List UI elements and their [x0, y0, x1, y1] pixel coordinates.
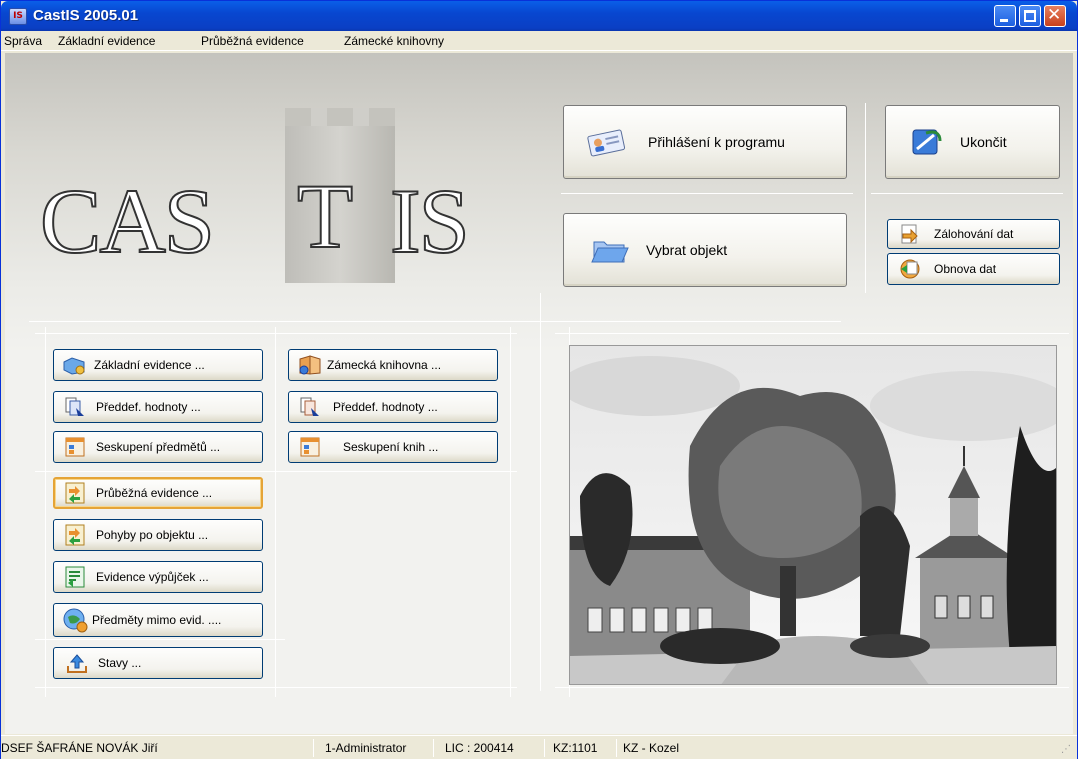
grouping-icon: [64, 436, 86, 458]
preddef-hodnoty-button[interactable]: Předdef. hodnoty ...: [53, 391, 263, 423]
select-object-label: Vybrat objekt: [646, 242, 728, 258]
close-icon: ✕: [1047, 5, 1062, 25]
zakladni-evidence-button[interactable]: Základní evidence ...: [53, 349, 263, 381]
movement-icon: [64, 523, 86, 547]
login-button[interactable]: Přihlášení k programu: [563, 105, 847, 179]
menu-bar: Správa Základní evidence Průběžná eviden…: [1, 31, 1077, 51]
pohyby-po-objektu-label: Pohyby po objektu ...: [96, 528, 209, 542]
status-license: LIC : 200414: [445, 741, 514, 755]
stavy-button[interactable]: Stavy ...: [53, 647, 263, 679]
evidence-vypujcek-button[interactable]: Evidence výpůjček ...: [53, 561, 263, 593]
maximize-button[interactable]: [1019, 5, 1041, 27]
backup-label: Zálohování dat: [934, 227, 1014, 241]
evidence-icon: [62, 354, 86, 376]
exit-label: Ukončit: [960, 134, 1007, 150]
seskupeni-knih-label: Seskupení knih ...: [343, 440, 439, 454]
prubezna-evidence-label: Průběžná evidence ...: [96, 486, 213, 500]
status-bar: DSEF ŠAFRÁNE NOVÁK Jiří 1-Administrator …: [1, 735, 1077, 759]
pages-icon: [299, 396, 321, 418]
main-panel: CAS T IS Přihlášení k programu Ukončit V…: [5, 53, 1073, 734]
status-user: DSEF ŠAFRÁNE NOVÁK Jiří: [1, 741, 158, 755]
globe-icon: [62, 607, 88, 633]
menu-zamecke-knihovny[interactable]: Zámecké knihovny: [344, 34, 444, 48]
pages-icon: [64, 396, 86, 418]
close-button[interactable]: ✕: [1044, 5, 1066, 27]
exit-icon: [910, 127, 944, 157]
zakladni-evidence-label: Základní evidence ...: [94, 358, 205, 372]
resize-grip-icon[interactable]: ⋰: [1061, 744, 1071, 755]
logo-text-is: IS: [389, 169, 471, 273]
app-window: IS CastIS 2005.01 ✕ Správa Základní evid…: [0, 0, 1078, 759]
exit-button[interactable]: Ukončit: [885, 105, 1060, 179]
title-bar[interactable]: IS CastIS 2005.01 ✕: [1, 1, 1077, 31]
seskupeni-predmetu-button[interactable]: Seskupení předmětů ...: [53, 431, 263, 463]
restore-button[interactable]: Obnova dat: [887, 253, 1060, 285]
seskupeni-knih-button[interactable]: Seskupení knih ...: [288, 431, 498, 463]
minimize-icon: [1000, 19, 1008, 22]
stavy-label: Stavy ...: [98, 656, 142, 670]
predmety-mimo-evid-label: Předměty mimo evid. ....: [92, 613, 222, 627]
menu-sprava[interactable]: Správa: [4, 34, 42, 48]
backup-button[interactable]: Zálohování dat: [887, 219, 1060, 249]
zamecka-knihovna-label: Zámecká knihovna ...: [327, 358, 442, 372]
status-kz-name: KZ - Kozel: [623, 741, 680, 755]
grouping-icon: [299, 436, 321, 458]
preddef-hodnoty-knihy-button[interactable]: Předdef. hodnoty ...: [288, 391, 498, 423]
predmety-mimo-evid-button[interactable]: Předměty mimo evid. ....: [53, 603, 263, 637]
menu-prubezna-evidence[interactable]: Průběžná evidence: [201, 34, 304, 48]
window-title: CastIS 2005.01: [33, 7, 139, 24]
book-icon: [297, 353, 323, 377]
zamecka-knihovna-button[interactable]: Zámecká knihovna ...: [288, 349, 498, 381]
preddef-hodnoty-label: Předdef. hodnoty ...: [96, 400, 201, 414]
minimize-button[interactable]: [994, 5, 1016, 27]
transfer-icon: [64, 481, 86, 505]
select-object-button[interactable]: Vybrat objekt: [563, 213, 847, 287]
logo-text-t: T: [296, 164, 354, 268]
castis-logo: CAS T IS: [35, 108, 515, 338]
seskupeni-predmetu-label: Seskupení předmětů ...: [96, 440, 221, 454]
restore-label: Obnova dat: [934, 262, 997, 276]
menu-zakladni-evidence[interactable]: Základní evidence: [58, 34, 155, 48]
status-kz-code: KZ:1101: [553, 741, 598, 755]
status-role: 1-Administrator: [325, 741, 407, 755]
prubezna-evidence-button[interactable]: Průběžná evidence ...: [53, 477, 263, 509]
login-label: Přihlášení k programu: [648, 134, 785, 150]
logo-text-cas: CAS: [39, 169, 216, 273]
backup-icon: [898, 223, 920, 245]
folder-icon: [590, 234, 630, 266]
castle-photo: [569, 345, 1057, 685]
id-card-icon: [586, 127, 626, 157]
upload-tray-icon: [66, 652, 88, 674]
preddef-hodnoty-knihy-label: Předdef. hodnoty ...: [333, 400, 438, 414]
restore-icon: [898, 257, 922, 281]
evidence-vypujcek-label: Evidence výpůjček ...: [96, 570, 209, 584]
maximize-icon: [1024, 10, 1036, 22]
loan-icon: [64, 565, 86, 589]
app-icon[interactable]: IS: [9, 8, 27, 25]
pohyby-po-objektu-button[interactable]: Pohyby po objektu ...: [53, 519, 263, 551]
